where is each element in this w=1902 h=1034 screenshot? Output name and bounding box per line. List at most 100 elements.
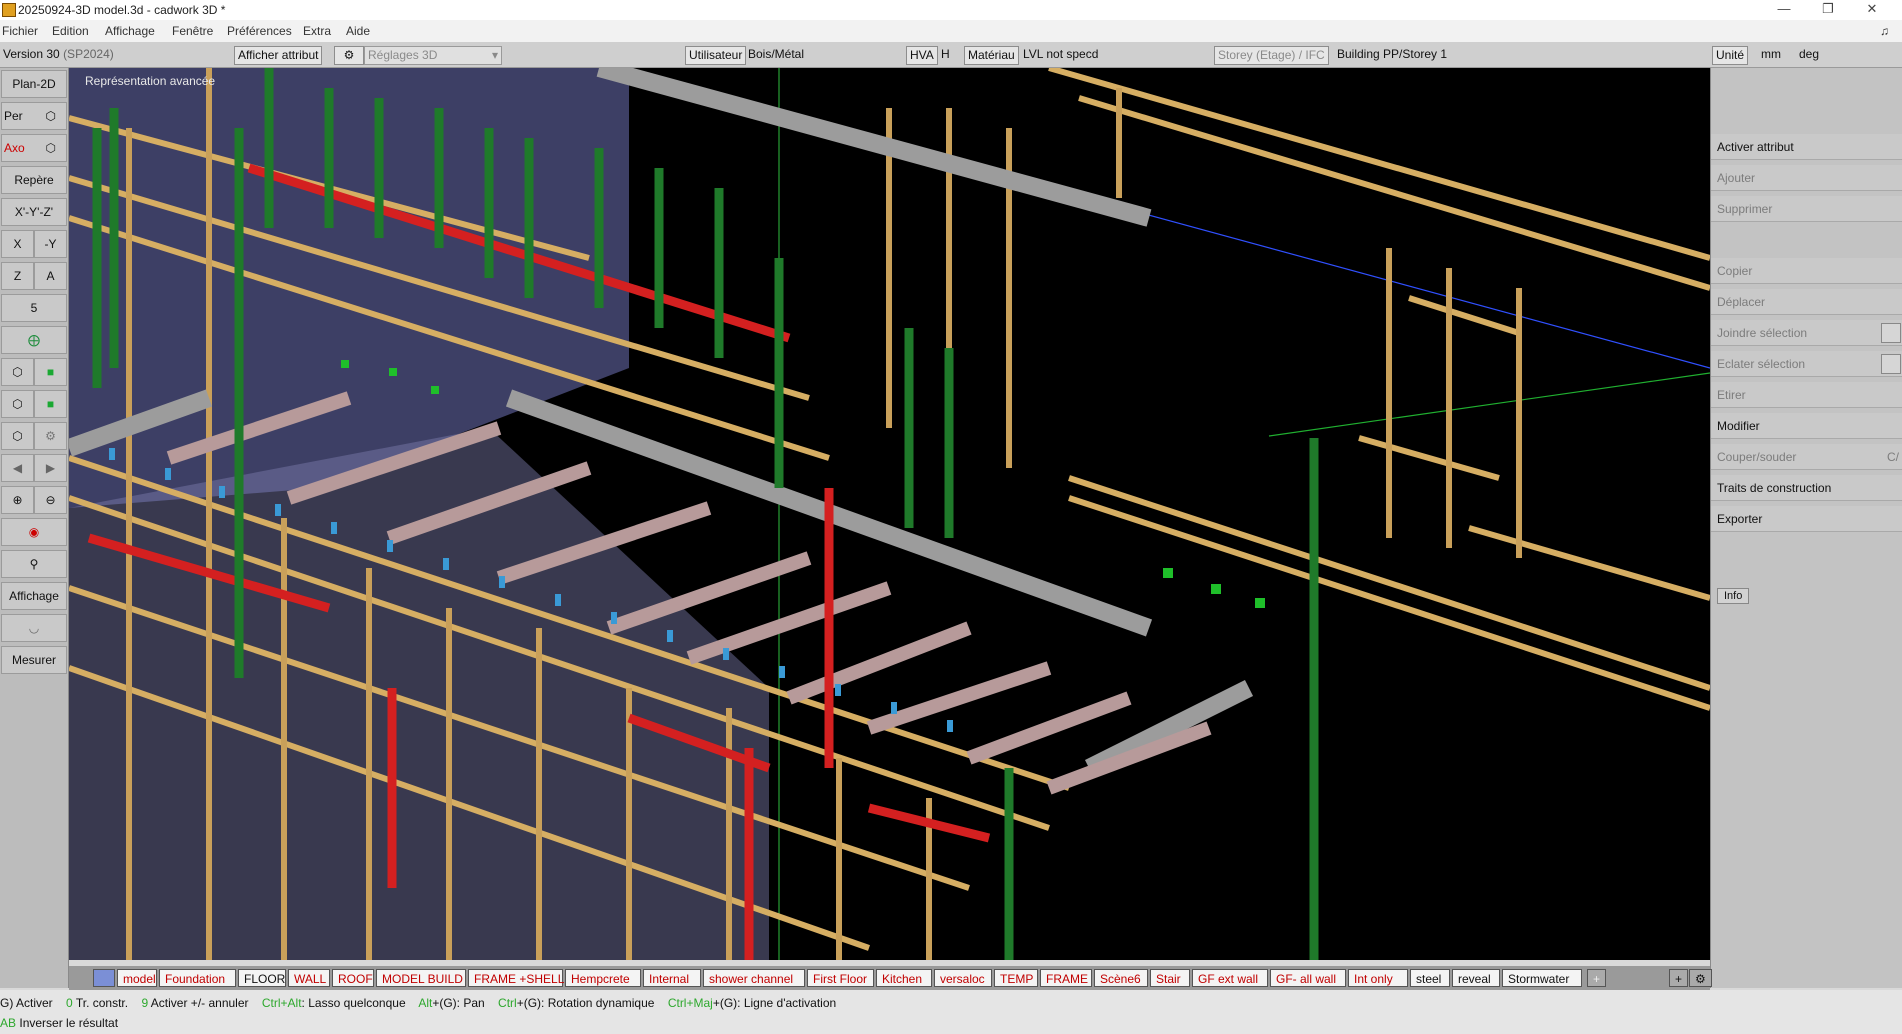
status-hints-line2: AB Inverser le résultat: [0, 1016, 119, 1030]
z-view-button[interactable]: Z: [1, 262, 34, 290]
zoom-window-icon[interactable]: ⚲: [1, 550, 67, 578]
tab-model[interactable]: model: [117, 969, 157, 987]
window-title: 20250924-3D model.3d - cadwork 3D *: [18, 3, 226, 17]
view-5-button[interactable]: 5: [1, 294, 67, 322]
chevron-down-icon: ▾: [491, 48, 498, 62]
tab-wall[interactable]: WALL: [288, 969, 330, 987]
hva-button[interactable]: HVA: [906, 46, 938, 65]
tab-internal[interactable]: Internal: [643, 969, 701, 987]
afficher-attribut-button[interactable]: Afficher attribut: [234, 46, 323, 65]
modifier-button[interactable]: Modifier: [1711, 413, 1902, 439]
unit-angle-value: deg: [1799, 47, 1820, 61]
exporter-button[interactable]: Exporter: [1711, 506, 1902, 532]
settings-gear-icon[interactable]: ⚙: [34, 422, 67, 450]
supprimer-button[interactable]: Supprimer: [1711, 196, 1902, 222]
tab-roof[interactable]: ROOF: [332, 969, 374, 987]
tab-stormwater[interactable]: Stormwater: [1502, 969, 1582, 987]
tab-frame[interactable]: FRAME: [1040, 969, 1092, 987]
info-bar: Version 30 (SP2024) Afficher attribut ⚙ …: [0, 43, 1902, 68]
gear-icon[interactable]: ⚙: [334, 46, 364, 65]
tab-color-swatch[interactable]: [93, 969, 115, 987]
tab-settings-gear-icon[interactable]: ⚙: [1689, 969, 1712, 987]
left-toolbar: Plan-2D Per ⬡ Axo ⬡ Repère X'-Y'-Z' X -Y Z…: [0, 68, 69, 988]
tab-steel[interactable]: steel: [1410, 969, 1450, 987]
tab-stair[interactable]: Stair: [1150, 969, 1190, 987]
version-label: Version 30 (SP2024): [3, 47, 114, 61]
render-cube-icon[interactable]: ⬡: [1, 422, 34, 450]
perspective-button[interactable]: Per ⬡: [1, 102, 67, 130]
zoom-in-icon[interactable]: ⊕: [1, 486, 34, 514]
mesurer-button[interactable]: Mesurer: [1, 646, 67, 674]
menu-fichier[interactable]: Fichier: [2, 24, 38, 38]
tab-int-only[interactable]: Int only: [1348, 969, 1408, 987]
unit-length-value: mm: [1761, 47, 1781, 61]
eclater-selection-button[interactable]: Eclater sélection: [1711, 351, 1902, 377]
step-back-icon[interactable]: ◀: [1, 454, 34, 482]
measure-protractor-icon[interactable]: ◡: [1, 614, 67, 642]
explode-selection-icon: [1881, 354, 1901, 374]
tab-sc-ne6[interactable]: Scène6: [1094, 969, 1148, 987]
wireframe-cube-icon[interactable]: ⬡: [1, 358, 34, 386]
tab-shower-channel[interactable]: shower channel: [703, 969, 805, 987]
tab-gf-all-wall[interactable]: GF- all wall: [1270, 969, 1346, 987]
tab-foundation[interactable]: Foundation: [159, 969, 236, 987]
notification-bell-icon[interactable]: ♫: [1880, 24, 1889, 38]
add-scene-button[interactable]: +: [1669, 969, 1689, 987]
menu-edition[interactable]: Edition: [52, 24, 89, 38]
a-view-button[interactable]: A: [34, 262, 67, 290]
zoom-out-icon[interactable]: ⊖: [34, 486, 67, 514]
utilisateur-button[interactable]: Utilisateur: [685, 46, 747, 65]
zoom-all-icon[interactable]: ◉: [1, 518, 67, 546]
perspective-cube-icon: ⬡: [45, 109, 56, 123]
info-tab[interactable]: Info: [1717, 588, 1750, 604]
affichage-button[interactable]: Affichage: [1, 582, 67, 610]
unite-button[interactable]: Unité: [1712, 46, 1749, 65]
hidden-line-cube-icon[interactable]: ⬡: [1, 390, 34, 418]
menu-fenetre[interactable]: Fenêtre: [172, 24, 213, 38]
neg-y-view-button[interactable]: -Y: [34, 230, 67, 258]
etirer-button[interactable]: Etirer: [1711, 382, 1902, 408]
join-selection-icon: [1881, 323, 1901, 343]
materiau-button[interactable]: Matériau: [964, 46, 1019, 65]
tab-first-floor[interactable]: First Floor: [807, 969, 874, 987]
bois-metal-value: Bois/Métal: [748, 47, 805, 61]
tab-gf-ext-wall[interactable]: GF ext wall: [1192, 969, 1268, 987]
solid-green-cube-icon[interactable]: ■: [34, 358, 67, 386]
restore-icon[interactable]: ❐: [1806, 0, 1850, 20]
close-icon[interactable]: ✕: [1850, 0, 1894, 20]
tab-model-build[interactable]: MODEL BUILD: [376, 969, 466, 987]
x-view-button[interactable]: X: [1, 230, 34, 258]
step-forward-icon[interactable]: ▶: [34, 454, 67, 482]
reglages-3d-select[interactable]: Réglages 3D ▾: [364, 46, 502, 65]
storey-button[interactable]: Storey (Etage) / IFC: [1214, 46, 1329, 65]
tab-kitchen[interactable]: Kitchen: [876, 969, 932, 987]
menu-affichage[interactable]: Affichage: [105, 24, 155, 38]
menu-aide[interactable]: Aide: [346, 24, 370, 38]
menu-preferences[interactable]: Préférences: [227, 24, 292, 38]
tab-hempcrete[interactable]: Hempcrete: [565, 969, 641, 987]
plan-2d-button[interactable]: Plan-2D: [1, 70, 67, 98]
tab-versaloc[interactable]: versaloc: [934, 969, 992, 987]
tab-floor[interactable]: FLOOR: [238, 969, 286, 987]
repere-button[interactable]: Repère: [1, 166, 67, 194]
deplacer-button[interactable]: Déplacer: [1711, 289, 1902, 315]
couper-souder-button[interactable]: Couper/souder C/: [1711, 444, 1902, 470]
xyz-button[interactable]: X'-Y'-Z': [1, 198, 67, 226]
shaded-green-cube-icon[interactable]: ■: [34, 390, 67, 418]
hva-value: H: [941, 47, 950, 61]
joindre-selection-button[interactable]: Joindre sélection: [1711, 320, 1902, 346]
orbit-icon[interactable]: ⨁: [1, 326, 67, 354]
status-hints-line1: G) Activer 0 Tr. constr. 9 Activer +/- a…: [0, 996, 837, 1010]
copier-button[interactable]: Copier: [1711, 258, 1902, 284]
3d-viewport[interactable]: Représentation avancée: [69, 68, 1710, 960]
traits-construction-button[interactable]: Traits de construction: [1711, 475, 1902, 501]
activer-attribut-button[interactable]: Activer attribut: [1711, 134, 1902, 160]
tab-reveal[interactable]: reveal: [1452, 969, 1500, 987]
tab-temp[interactable]: TEMP: [994, 969, 1038, 987]
minimize-icon[interactable]: —: [1762, 0, 1806, 20]
ajouter-button[interactable]: Ajouter: [1711, 165, 1902, 191]
tab-frame-shell[interactable]: FRAME +SHELL: [468, 969, 564, 987]
axonometric-button[interactable]: Axo ⬡: [1, 134, 67, 162]
menu-extra[interactable]: Extra: [303, 24, 331, 38]
add-tab-button[interactable]: +: [1587, 969, 1607, 987]
